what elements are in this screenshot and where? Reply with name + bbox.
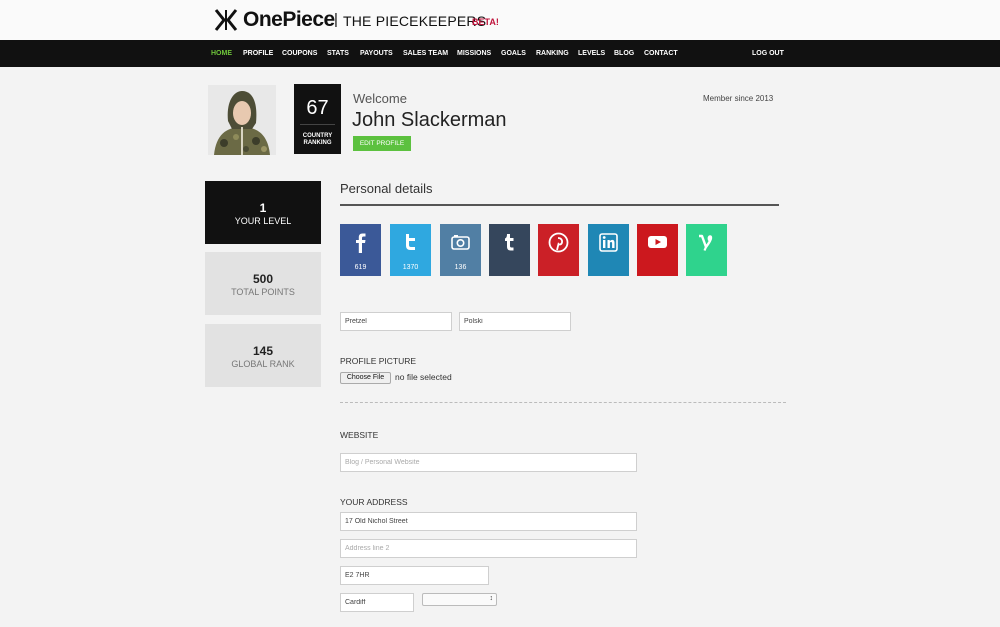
- nav-goals[interactable]: GOALS: [501, 50, 526, 57]
- global-rank-card: 145 GLOBAL RANK: [205, 324, 321, 387]
- avatar: [208, 85, 276, 155]
- main-nav: HOME PROFILE COUPONS STATS PAYOUTS SALES…: [0, 40, 1000, 67]
- choose-file-button[interactable]: Choose File: [340, 372, 391, 384]
- address-line1-input[interactable]: [340, 512, 637, 531]
- points-card: 500 TOTAL POINTS: [205, 252, 321, 315]
- pinterest-icon: [548, 232, 569, 253]
- facebook-count: 619: [354, 264, 367, 271]
- file-status: no file selected: [395, 372, 452, 382]
- linkedin-icon: [599, 233, 618, 252]
- twitter-count: 1370: [402, 264, 419, 271]
- facebook-button[interactable]: 619: [340, 224, 381, 276]
- nav-ranking[interactable]: RANKING: [536, 50, 569, 57]
- nav-blog[interactable]: BLOG: [614, 50, 634, 57]
- instagram-icon: [451, 235, 470, 250]
- points-label: TOTAL POINTS: [231, 287, 295, 297]
- pinterest-button[interactable]: [538, 224, 579, 276]
- nav-sales-team[interactable]: SALES TEAM: [403, 50, 448, 57]
- rank-divider: [300, 124, 335, 125]
- tumblr-button[interactable]: [489, 224, 530, 276]
- address-line2-input[interactable]: [340, 539, 637, 558]
- level-card: 1 YOUR LEVEL: [205, 181, 321, 244]
- brand-name[interactable]: OnePiece: [243, 8, 335, 32]
- youtube-button[interactable]: [637, 224, 678, 276]
- beta-badge: BETA!: [472, 17, 499, 27]
- vine-button[interactable]: [686, 224, 727, 276]
- personal-details-title: Personal details: [340, 181, 433, 196]
- edit-profile-button[interactable]: EDIT PROFILE: [353, 136, 411, 151]
- website-label: WEBSITE: [340, 430, 379, 440]
- level-value: 1: [259, 201, 267, 215]
- nav-levels[interactable]: LEVELS: [578, 50, 605, 57]
- instagram-button[interactable]: 136: [440, 224, 481, 276]
- points-value: 500: [252, 272, 274, 286]
- instagram-count: 136: [454, 264, 467, 271]
- profile-picture-label: PROFILE PICTURE: [340, 356, 417, 366]
- user-name: John Slackerman: [352, 109, 507, 131]
- country-rank-label: COUNTRY RANKING: [302, 133, 333, 146]
- nav-home[interactable]: HOME: [211, 50, 232, 57]
- brand-subtitle: THE PIECEKEEPERS: [343, 13, 487, 29]
- twitter-button[interactable]: 1370: [390, 224, 431, 276]
- level-label: YOUR LEVEL: [234, 216, 292, 226]
- logout-link[interactable]: LOG OUT: [752, 50, 784, 57]
- nav-coupons[interactable]: COUPONS: [282, 50, 317, 57]
- global-rank-label: GLOBAL RANK: [231, 359, 295, 369]
- website-input[interactable]: [340, 453, 637, 472]
- country-select[interactable]: ↕: [422, 593, 497, 606]
- nav-missions[interactable]: MISSIONS: [457, 50, 491, 57]
- city-input[interactable]: [340, 593, 414, 612]
- tumblr-icon: [505, 234, 514, 251]
- select-arrows-icon: ↕: [489, 595, 494, 602]
- vine-icon: [699, 234, 713, 251]
- onepiece-logo-icon[interactable]: [214, 8, 238, 32]
- country-ranking-box: 67 COUNTRY RANKING: [294, 84, 341, 154]
- header: OnePiece | THE PIECEKEEPERS BETA!: [0, 0, 1000, 40]
- first-name-input[interactable]: [340, 312, 452, 331]
- member-since: Member since 2013: [703, 94, 774, 103]
- youtube-icon: [648, 236, 667, 248]
- section-divider: [340, 204, 779, 206]
- last-name-input[interactable]: [459, 312, 571, 331]
- global-rank-value: 145: [252, 344, 274, 358]
- nav-contact[interactable]: CONTACT: [644, 50, 678, 57]
- facebook-icon: [356, 233, 366, 253]
- address-label: YOUR ADDRESS: [340, 497, 408, 507]
- linkedin-button[interactable]: [588, 224, 629, 276]
- twitter-icon: [406, 234, 415, 250]
- postcode-input[interactable]: [340, 566, 489, 585]
- nav-stats[interactable]: STATS: [327, 50, 349, 57]
- nav-profile[interactable]: PROFILE: [243, 50, 273, 57]
- welcome-text: Welcome: [353, 91, 407, 106]
- avatar-photo: [208, 85, 276, 155]
- brand-separator: |: [334, 11, 338, 28]
- country-rank-value: 67: [306, 97, 329, 119]
- dashed-divider: [340, 402, 786, 403]
- nav-payouts[interactable]: PAYOUTS: [360, 50, 393, 57]
